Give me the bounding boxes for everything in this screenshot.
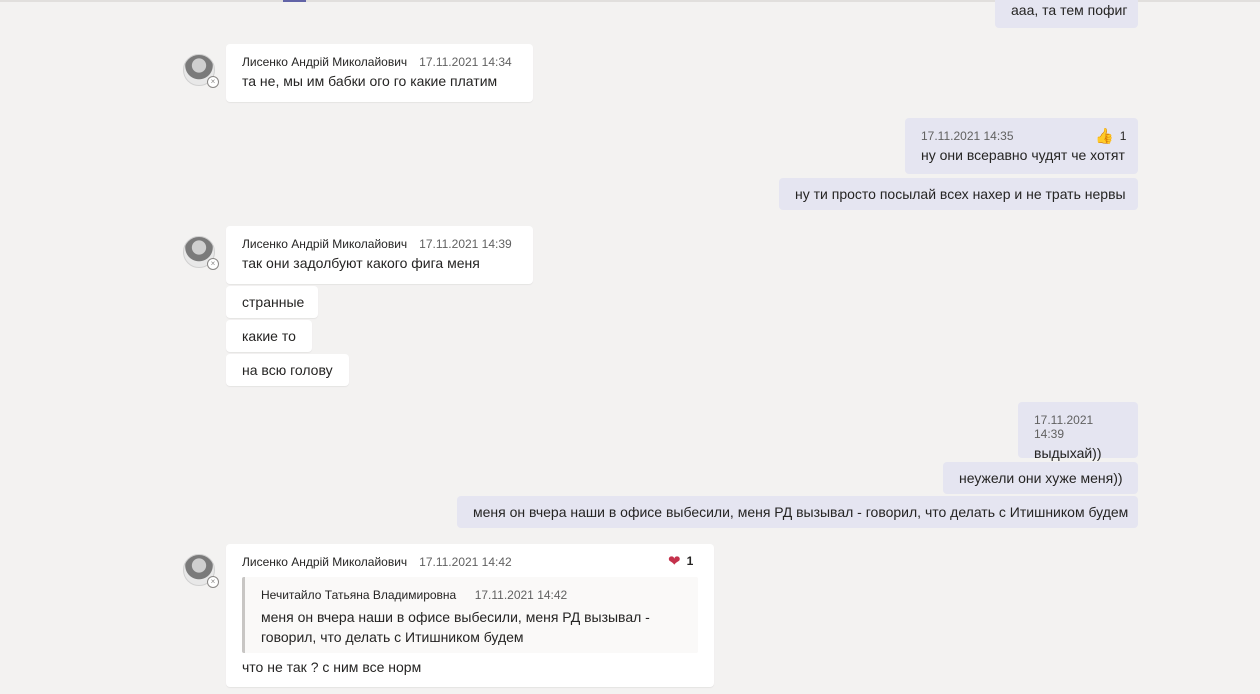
top-accent-indicator — [283, 0, 306, 2]
message-timestamp: 17.11.2021 14:42 — [419, 555, 512, 569]
reaction-count: 1 — [1119, 129, 1127, 143]
message-text: что не так ? с ним все норм — [242, 659, 422, 675]
outgoing-message[interactable]: меня он вчера наши в офисе выбесили, мен… — [457, 496, 1138, 528]
message-timestamp: 17.11.2021 14:34 — [419, 55, 512, 69]
message-author: Лисенко Андрій Миколайович — [242, 555, 408, 569]
status-offline-icon: × — [207, 576, 219, 588]
message-text: неужели они хуже меня)) — [959, 470, 1123, 486]
heart-icon: ❤ — [668, 553, 681, 570]
avatar[interactable]: × — [183, 554, 219, 588]
message-timestamp: 17.11.2021 14:39 — [419, 237, 512, 251]
avatar[interactable]: × — [183, 54, 219, 88]
quote-author: Нечитайло Татьяна Владимировна — [261, 588, 457, 602]
status-offline-icon: × — [207, 258, 219, 270]
message-text: какие то — [242, 328, 296, 344]
outgoing-message[interactable]: неужели они хуже меня)) — [943, 462, 1138, 494]
message-timestamp: 17.11.2021 14:39 — [1034, 413, 1094, 441]
quote-text-line: меня он вчера наши в офисе выбесили, мен… — [261, 609, 650, 625]
message-text: на всю голову — [242, 362, 333, 378]
message-text: меня он вчера наши в офисе выбесили, мен… — [473, 504, 1129, 520]
message-timestamp: 17.11.2021 14:35 — [921, 129, 1014, 143]
quoted-message[interactable]: Нечитайло Татьяна Владимировна 17.11.202… — [242, 577, 698, 653]
incoming-message[interactable]: какие то — [226, 320, 312, 352]
message-text: ну они всеравно чудят че хотят — [921, 147, 1125, 163]
quote-text-line: говорил, что делать с Итишником будем — [261, 629, 524, 645]
incoming-message[interactable]: на всю голову — [226, 354, 349, 386]
outgoing-message[interactable]: ааа, та тем пофиг — [995, 0, 1138, 28]
status-offline-icon: × — [207, 76, 219, 88]
outgoing-message[interactable]: ну ти просто посылай всех нахер и не тра… — [779, 178, 1138, 210]
heart-reaction[interactable]: ❤ 1 — [668, 552, 693, 570]
message-text: ну ти просто посылай всех нахер и не тра… — [795, 186, 1126, 202]
avatar[interactable]: × — [183, 236, 219, 270]
incoming-message[interactable]: Лисенко Андрій Миколайович 17.11.2021 14… — [226, 226, 533, 284]
like-icon: 👍 — [1095, 128, 1114, 145]
message-text: выдыхай)) — [1034, 445, 1102, 461]
message-text: странные — [242, 294, 305, 310]
message-text: так они задолбуют какого фига меня — [242, 255, 480, 271]
quote-timestamp: 17.11.2021 14:42 — [474, 588, 568, 602]
message-text: ааа, та тем пофиг — [1011, 2, 1128, 18]
like-reaction[interactable]: 👍 1 — [1095, 127, 1126, 145]
reaction-count: 1 — [686, 554, 694, 568]
message-author: Лисенко Андрій Миколайович — [242, 55, 408, 69]
message-text: та не, мы им бабки ого го какие платим — [242, 73, 498, 89]
incoming-message[interactable]: Лисенко Андрій Миколайович 17.11.2021 14… — [226, 44, 533, 102]
outgoing-message[interactable]: 17.11.2021 14:39 выдыхай)) — [1018, 402, 1138, 461]
incoming-message[interactable]: странные — [226, 286, 318, 318]
message-author: Лисенко Андрій Миколайович — [242, 237, 408, 251]
